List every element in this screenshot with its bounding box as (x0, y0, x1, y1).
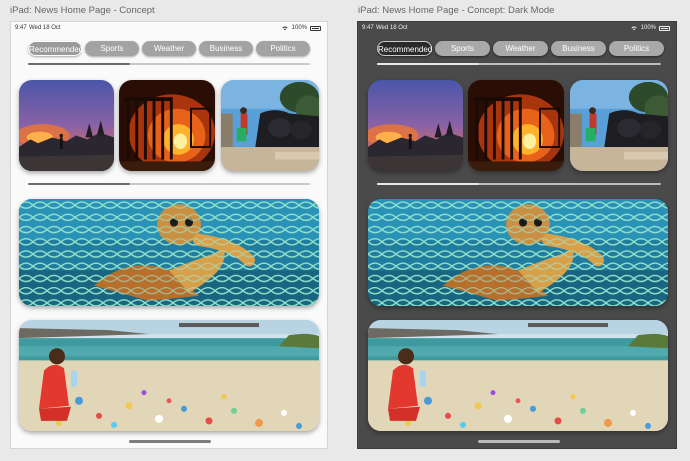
ipad-frame-light: 9:47 Wed 18 Oct 100% Recommended Sports … (10, 21, 328, 449)
news-card-burning-building[interactable] (468, 80, 564, 171)
ipad-frame-dark: 9:47 Wed 18 Oct 100% Recommended Sports … (357, 21, 677, 449)
tab-sports[interactable]: Sports (85, 41, 139, 56)
news-card-beach-pollution[interactable] (19, 320, 319, 431)
wifi-icon (631, 26, 637, 31)
turtle-net-image (368, 199, 668, 306)
home-indicator[interactable] (129, 440, 211, 443)
wildfire-image (19, 80, 114, 171)
status-time: 9:47 (362, 25, 374, 31)
beach-pollution-image (368, 320, 668, 431)
burning-building-image (119, 80, 215, 171)
news-card-turtle[interactable] (19, 199, 319, 306)
home-indicator[interactable] (478, 440, 560, 443)
wifi-icon (282, 26, 288, 31)
news-card-burning-building[interactable] (119, 80, 215, 171)
status-bar: 9:47 Wed 18 Oct 100% (358, 25, 676, 35)
garbage-street-image (570, 80, 668, 171)
section-divider (377, 183, 661, 185)
wildfire-image (368, 80, 463, 171)
tab-weather[interactable]: Weather (142, 41, 196, 56)
section-divider (28, 63, 310, 65)
news-card-beach-pollution[interactable] (368, 320, 668, 431)
tab-recommended[interactable]: Recommended (377, 41, 432, 56)
garbage-street-image (221, 80, 319, 171)
dark-panel-title: iPad: News Home Page - Concept: Dark Mod… (358, 5, 555, 16)
tab-business[interactable]: Business (199, 41, 253, 56)
battery-icon (310, 25, 321, 31)
tab-sports[interactable]: Sports (435, 41, 490, 56)
news-card-wildfire[interactable] (19, 80, 114, 171)
news-card-turtle[interactable] (368, 199, 668, 306)
status-bar: 9:47 Wed 18 Oct 100% (11, 25, 327, 35)
tab-recommended[interactable]: Recommended (28, 41, 83, 56)
status-date: Wed 18 Oct (376, 25, 408, 31)
beach-pollution-image (19, 320, 319, 431)
section-divider (28, 183, 310, 185)
burning-building-image (468, 80, 564, 171)
battery-icon (659, 25, 670, 31)
battery-percent: 100% (291, 25, 307, 31)
news-card-garbage-street[interactable] (570, 80, 668, 171)
news-card-garbage-street[interactable] (221, 80, 319, 171)
category-tabs: Recommended Sports Weather Business Poli… (377, 41, 664, 56)
category-tabs: Recommended Sports Weather Business Poli… (28, 41, 310, 56)
status-date: Wed 18 Oct (29, 25, 61, 31)
tab-business[interactable]: Business (551, 41, 606, 56)
tab-politics[interactable]: Politics (256, 41, 310, 56)
news-card-wildfire[interactable] (368, 80, 463, 171)
tab-politics[interactable]: Politics (609, 41, 664, 56)
light-panel-title: iPad: News Home Page - Concept (10, 5, 155, 16)
battery-percent: 100% (640, 25, 656, 31)
status-time: 9:47 (15, 25, 27, 31)
section-divider (377, 63, 661, 65)
turtle-net-image (19, 199, 319, 306)
tab-weather[interactable]: Weather (493, 41, 548, 56)
